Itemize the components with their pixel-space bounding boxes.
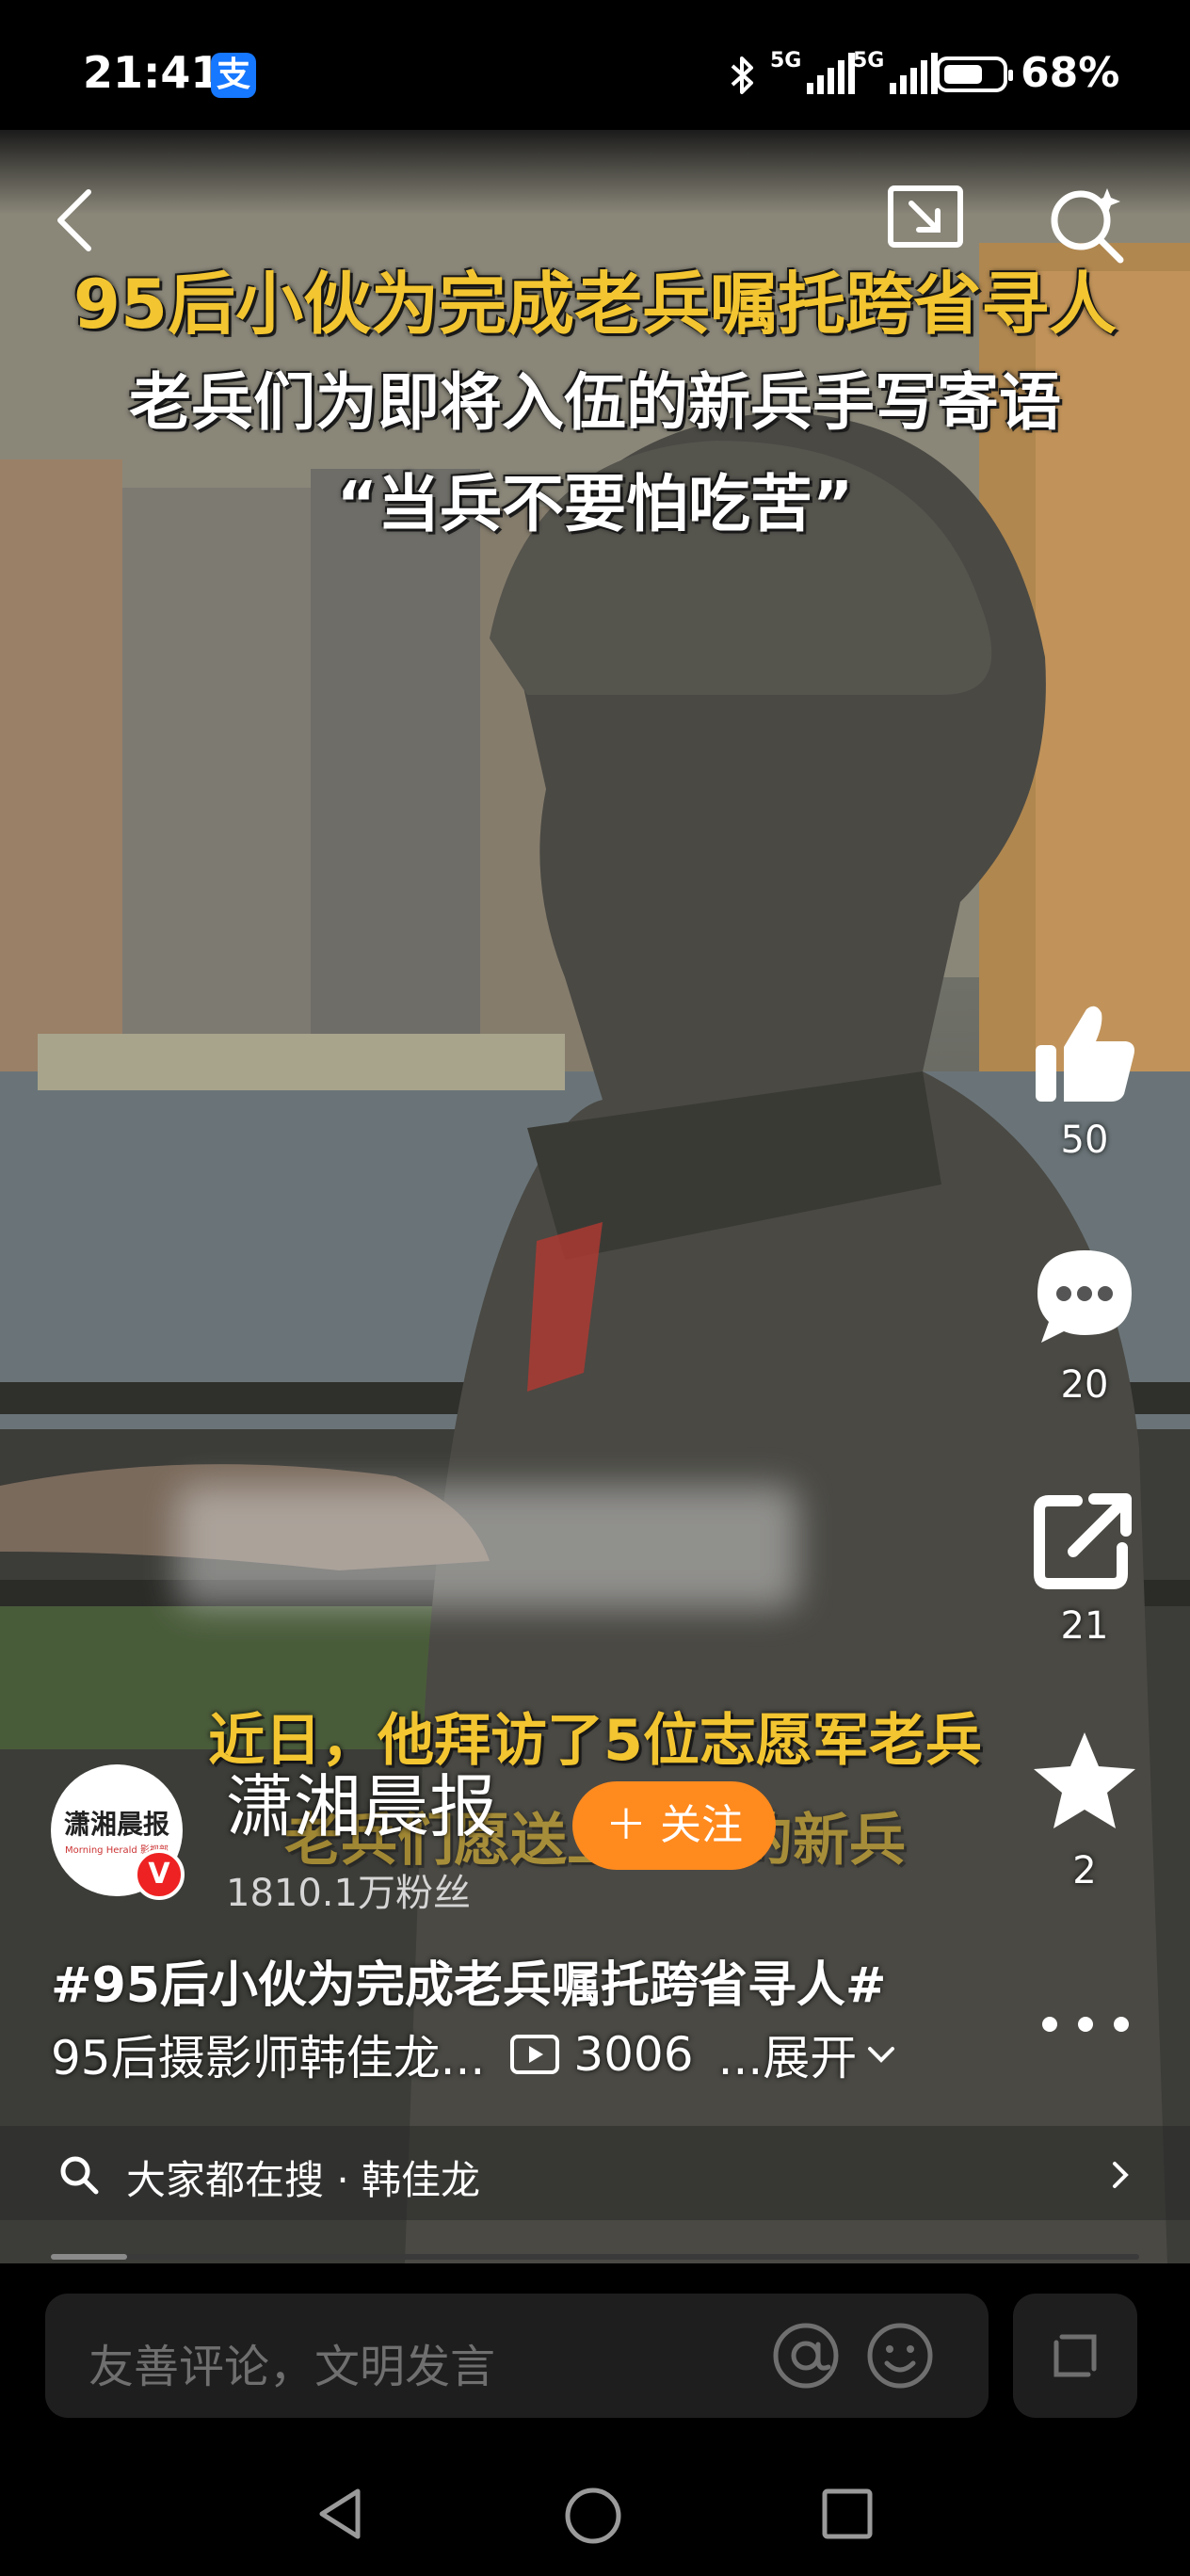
video-player[interactable]: 95后小伙为完成老兵嘱托跨省寻人 老兵们为即将入伍的新兵手写寄语 “当兵不要怕吃…: [0, 130, 1190, 2263]
chevron-down-icon: [868, 2047, 895, 2063]
nav-recent-apps-icon[interactable]: [821, 2487, 874, 2540]
verified-badge: V: [134, 1849, 185, 1900]
share-button[interactable]: 21: [1017, 1482, 1152, 1648]
search-suggestion-bar[interactable]: 大家都在搜 · 韩佳龙: [0, 2126, 1190, 2220]
status-time: 21:41: [83, 47, 221, 98]
system-nav-bar: [0, 2461, 1190, 2576]
search-icon: [60, 2156, 99, 2195]
thumbs-up-icon: [1036, 1006, 1134, 1102]
picture-in-picture-icon[interactable]: [885, 183, 970, 258]
favorite-count: 2: [1072, 1849, 1097, 1892]
expand-link[interactable]: ...展开: [718, 2021, 858, 2088]
nav-back-icon[interactable]: [314, 2486, 365, 2542]
like-count: 50: [1060, 1119, 1109, 1162]
signal-icon: 5G: [770, 49, 855, 98]
search-suggestion-text: 大家都在搜 · 韩佳龙: [126, 2157, 481, 2203]
status-bar: 21:41 支 5G 5G 68%: [0, 0, 1190, 130]
fullscreen-button[interactable]: [1013, 2294, 1137, 2418]
share-count: 21: [1060, 1604, 1109, 1648]
like-button[interactable]: 50: [1017, 996, 1152, 1162]
more-options-icon[interactable]: [1034, 2005, 1137, 2043]
follow-button[interactable]: ＋ 关注: [572, 1781, 776, 1870]
video-subtitle: 近日，他拜访了5位志愿军老兵: [208, 1708, 982, 1774]
emoji-icon[interactable]: [864, 2320, 936, 2391]
comment-placeholder: 友善评论，文明发言: [88, 2341, 496, 2393]
back-icon[interactable]: [47, 183, 104, 258]
follower-count: 1810.1万粉丝: [226, 1872, 471, 1915]
overlay-quote: “当兵不要怕吃苦”: [336, 468, 854, 540]
comment-bar: 友善评论，文明发言: [0, 2263, 1190, 2461]
favorite-button[interactable]: 2: [1017, 1727, 1152, 1892]
comment-icon: [1037, 1250, 1132, 1343]
battery-icon: [936, 56, 1013, 92]
overlay-title: 95后小伙为完成老兵嘱托跨省寻人: [72, 265, 1118, 344]
expand-icon: [1053, 2334, 1097, 2377]
avatar-logo-text: 潇湘晨报: [63, 1809, 169, 1840]
blurred-caption: [177, 1486, 798, 1608]
battery-percent: 68%: [1021, 49, 1120, 97]
network-label: 5G: [770, 49, 802, 72]
nav-home-icon[interactable]: [563, 2486, 623, 2546]
signal-icon: 5G: [853, 49, 938, 98]
comment-input[interactable]: 友善评论，文明发言: [45, 2294, 989, 2418]
star-icon: [1034, 1732, 1135, 1828]
video-progress-bar[interactable]: [51, 2254, 1139, 2260]
top-shade: [0, 130, 1190, 215]
play-count: 3006: [573, 2027, 694, 2082]
description-text: 95后摄影师韩佳龙...: [51, 2031, 486, 2085]
mention-icon[interactable]: [770, 2320, 842, 2391]
network-label: 5G: [853, 49, 885, 72]
video-description[interactable]: 95后摄影师韩佳龙... 3006 ...展开: [51, 2021, 898, 2088]
video-progress-fill: [51, 2254, 127, 2260]
comment-count: 20: [1060, 1363, 1109, 1407]
bluetooth-icon: [731, 56, 753, 94]
chevron-right-icon: [1113, 2162, 1129, 2188]
video-frame: [0, 130, 1190, 2263]
play-count-icon: [510, 2035, 560, 2074]
overlay-line: 老兵们为即将入伍的新兵手写寄语: [129, 366, 1061, 439]
hashtag-title[interactable]: #95后小伙为完成老兵嘱托跨省寻人#: [51, 1945, 887, 2016]
alipay-icon: 支: [211, 53, 256, 98]
account-name[interactable]: 潇湘晨报: [226, 1751, 497, 1850]
share-icon: [1034, 1493, 1132, 1589]
comment-button[interactable]: 20: [1017, 1241, 1152, 1407]
